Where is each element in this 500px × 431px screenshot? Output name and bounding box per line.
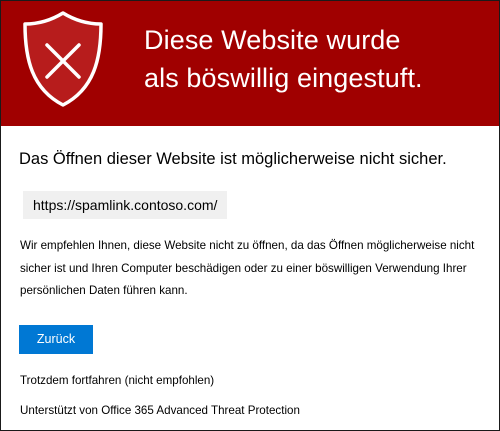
blocked-url: https://spamlink.contoso.com/: [23, 191, 228, 219]
shield-x-icon: [23, 11, 103, 107]
powered-by-footer: Unterstützt von Office 365 Advanced Thre…: [20, 404, 300, 417]
banner-title-line-2: als böswillig eingestuft.: [144, 63, 423, 93]
banner-title: Diese Website wurde als böswillig einges…: [144, 21, 484, 97]
warning-description: Wir empfehlen Ihnen, diese Website nicht…: [20, 235, 490, 303]
continue-anyway-link[interactable]: Trotzdem fortfahren (nicht empfohlen): [20, 374, 214, 387]
safe-links-warning-page: Diese Website wurde als böswillig einges…: [0, 0, 500, 431]
description-line-3: persönlichen Daten führen kann.: [20, 284, 188, 297]
description-line-2: sicher ist und Ihren Computer beschädige…: [20, 261, 467, 275]
description-line-1: Wir empfehlen Ihnen, diese Website nicht…: [20, 239, 475, 252]
warning-heading: Das Öffnen dieser Website ist möglicherw…: [19, 150, 447, 168]
banner-title-line-1: Diese Website wurde: [144, 25, 401, 55]
warning-banner: Diese Website wurde als böswillig einges…: [1, 1, 499, 126]
back-button[interactable]: Zurück: [19, 325, 93, 354]
